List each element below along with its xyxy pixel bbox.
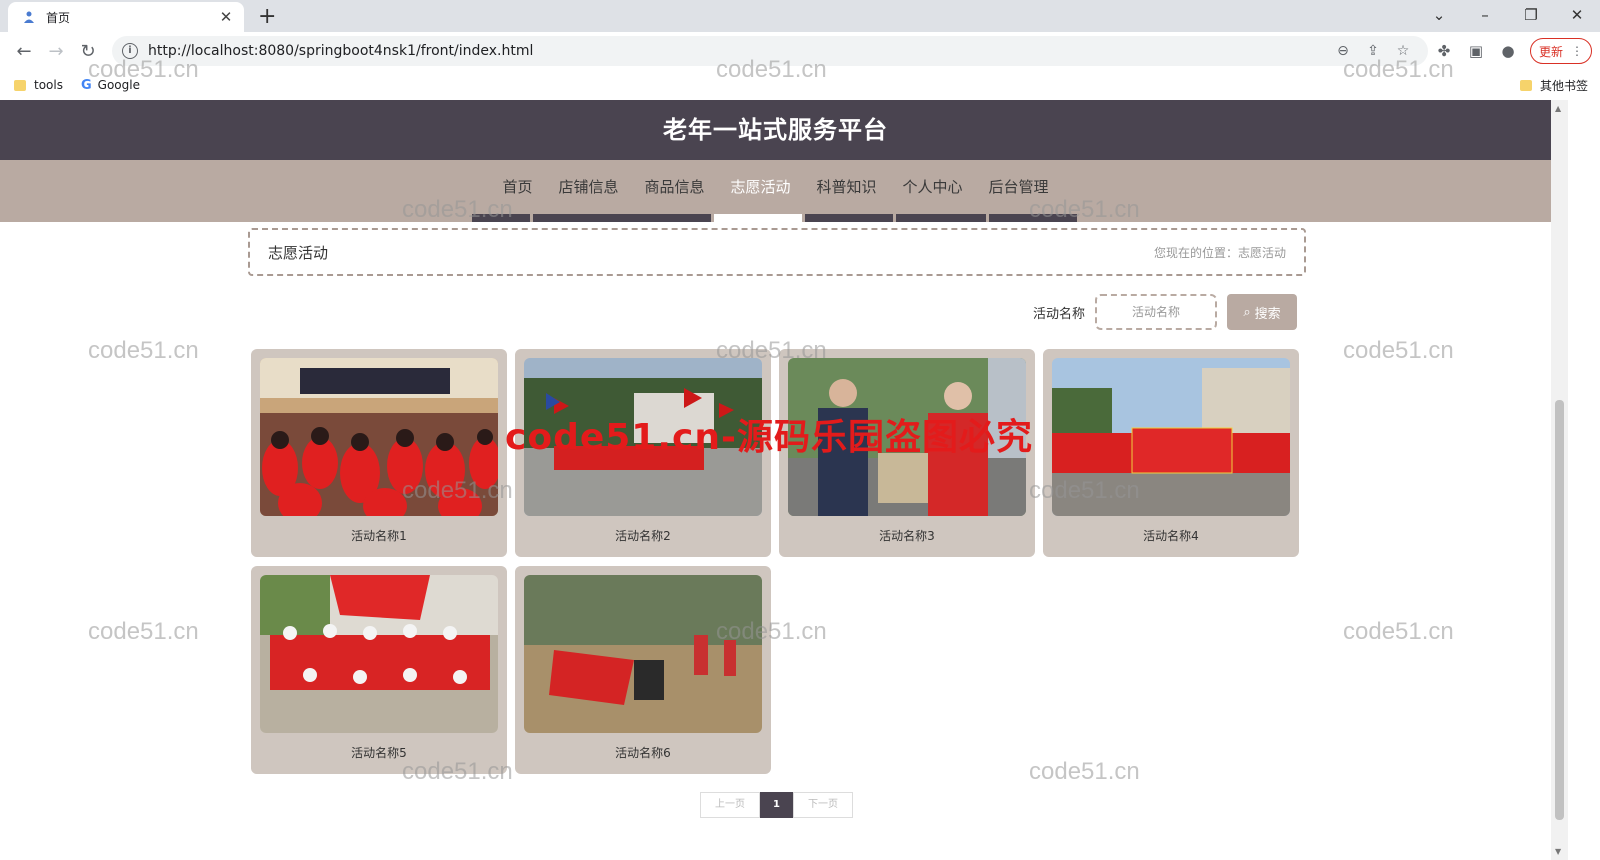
nav-admin[interactable]: 后台管理 bbox=[976, 160, 1062, 222]
page-favicon-icon bbox=[24, 11, 34, 23]
activity-title[interactable]: 活动名称4 bbox=[1052, 527, 1290, 544]
activity-image[interactable] bbox=[524, 575, 762, 733]
search-button-label: 搜索 bbox=[1254, 306, 1281, 322]
search-button[interactable]: ⌕ 搜索 bbox=[1227, 294, 1297, 330]
minimize-icon[interactable]: – bbox=[1462, 0, 1508, 32]
nav-shops[interactable]: 店铺信息 bbox=[545, 160, 631, 222]
update-button[interactable]: 更新 ⋮ bbox=[1529, 38, 1592, 64]
activity-image[interactable] bbox=[260, 575, 498, 733]
activity-card[interactable]: 活动名称6 bbox=[515, 566, 771, 774]
forward-icon[interactable]: → bbox=[40, 41, 72, 62]
browser-tabbar: 首页 ✕ + ⌄ – ❐ ✕ bbox=[0, 0, 1600, 32]
window-controls: ⌄ – ❐ ✕ bbox=[1416, 0, 1600, 32]
back-icon[interactable]: ← bbox=[8, 41, 40, 62]
bookmarks-bar: tools G Google 其他书签 bbox=[0, 70, 1600, 100]
site-info-icon[interactable]: i bbox=[122, 43, 138, 59]
tab-close-icon[interactable]: ✕ bbox=[218, 8, 234, 26]
new-tab-icon[interactable]: + bbox=[258, 4, 276, 29]
main-nav: 首页 店铺信息 商品信息 志愿活动 科普知识 个人中心 后台管理 bbox=[0, 160, 1551, 222]
activity-card[interactable]: 活动名称2 bbox=[515, 349, 771, 557]
nav-knowledge[interactable]: 科普知识 bbox=[804, 160, 890, 222]
browser-tab[interactable]: 首页 ✕ bbox=[8, 2, 244, 32]
breadcrumb-title: 志愿活动 bbox=[268, 243, 329, 262]
bookmark-label: Google bbox=[97, 78, 140, 92]
scroll-down-icon[interactable]: ▼ bbox=[1555, 847, 1561, 856]
nav-products[interactable]: 商品信息 bbox=[631, 160, 717, 222]
activity-card[interactable]: 活动名称4 bbox=[1043, 349, 1299, 557]
activity-card[interactable]: 活动名称1 bbox=[251, 349, 507, 557]
search-label: 活动名称 bbox=[1032, 306, 1085, 322]
scroll-up-icon[interactable]: ▲ bbox=[1555, 104, 1561, 113]
search-bar: 活动名称 ⌕ 搜索 bbox=[1033, 294, 1297, 330]
activity-title[interactable]: 活动名称6 bbox=[524, 744, 762, 761]
site-title: 老年一站式服务平台 bbox=[0, 100, 1551, 160]
activity-image[interactable] bbox=[788, 358, 1026, 516]
next-page-button[interactable]: 下一页 bbox=[793, 792, 853, 818]
profile-icon[interactable]: ● bbox=[1492, 42, 1524, 60]
bookmark-tools[interactable]: tools bbox=[14, 78, 63, 92]
tab-search-icon[interactable]: ⌄ bbox=[1416, 0, 1462, 32]
share-icon[interactable]: ⇪ bbox=[1358, 43, 1388, 59]
tab-title: 首页 bbox=[46, 10, 71, 25]
scrollbar-thumb[interactable] bbox=[1555, 400, 1564, 820]
activity-title[interactable]: 活动名称2 bbox=[524, 527, 762, 544]
activity-grid: 活动名称1 活动名称2 活动名称3 活动名称4 活动名称5 活动名称6 bbox=[251, 349, 1311, 783]
address-bar: ← → ↻ i http://localhost:8080/springboot… bbox=[0, 32, 1600, 70]
extensions-icon[interactable]: ✤ bbox=[1428, 42, 1460, 60]
nav-volunteer[interactable]: 志愿活动 bbox=[717, 160, 803, 222]
page-number-button[interactable]: 1 bbox=[760, 792, 793, 818]
search-icon: ⌕ bbox=[1243, 304, 1251, 320]
url-text[interactable]: http://localhost:8080/springboot4nsk1/fr… bbox=[148, 43, 1328, 59]
folder-icon bbox=[14, 79, 26, 91]
browser-margin bbox=[1568, 100, 1600, 860]
nav-profile[interactable]: 个人中心 bbox=[890, 160, 976, 222]
bookmark-label: tools bbox=[34, 78, 63, 92]
activity-image[interactable] bbox=[1052, 358, 1290, 516]
side-panel-icon[interactable]: ▣ bbox=[1460, 42, 1492, 60]
url-field[interactable]: i http://localhost:8080/springboot4nsk1/… bbox=[112, 36, 1428, 66]
zoom-icon[interactable]: ⊖ bbox=[1328, 43, 1358, 59]
search-input[interactable] bbox=[1095, 294, 1217, 330]
prev-page-button[interactable]: 上一页 bbox=[700, 792, 760, 818]
page-scrollbar[interactable]: ▲ ▼ bbox=[1551, 100, 1568, 860]
google-icon: G bbox=[80, 77, 92, 93]
activity-title[interactable]: 活动名称5 bbox=[260, 744, 498, 761]
menu-dots-icon[interactable]: ⋮ bbox=[1571, 44, 1583, 58]
web-page: 老年一站式服务平台 首页 店铺信息 商品信息 志愿活动 科普知识 个人中心 后台… bbox=[0, 100, 1551, 860]
activity-title[interactable]: 活动名称3 bbox=[788, 527, 1026, 544]
restore-icon[interactable]: ❐ bbox=[1508, 0, 1554, 32]
breadcrumb: 志愿活动 您现在的位置：志愿活动 bbox=[248, 228, 1306, 276]
bookmark-star-icon[interactable]: ☆ bbox=[1388, 43, 1418, 59]
activity-card[interactable]: 活动名称3 bbox=[779, 349, 1035, 557]
bookmark-google[interactable]: G Google bbox=[81, 78, 140, 93]
other-bookmarks-label: 其他书签 bbox=[1539, 78, 1588, 93]
activity-image[interactable] bbox=[260, 358, 498, 516]
other-bookmarks[interactable]: 其他书签 bbox=[1519, 70, 1588, 100]
update-label: 更新 bbox=[1538, 44, 1563, 59]
activity-image[interactable] bbox=[524, 358, 762, 516]
activity-card[interactable]: 活动名称5 bbox=[251, 566, 507, 774]
folder-icon bbox=[1519, 79, 1532, 91]
activity-title[interactable]: 活动名称1 bbox=[260, 527, 498, 544]
window-close-icon[interactable]: ✕ bbox=[1554, 0, 1600, 32]
nav-home[interactable]: 首页 bbox=[489, 160, 545, 222]
breadcrumb-location: 您现在的位置：志愿活动 bbox=[1153, 245, 1286, 260]
nav-underlines bbox=[472, 214, 1080, 222]
reload-icon[interactable]: ↻ bbox=[72, 41, 104, 62]
pagination: 上一页 1 下一页 bbox=[700, 792, 853, 818]
